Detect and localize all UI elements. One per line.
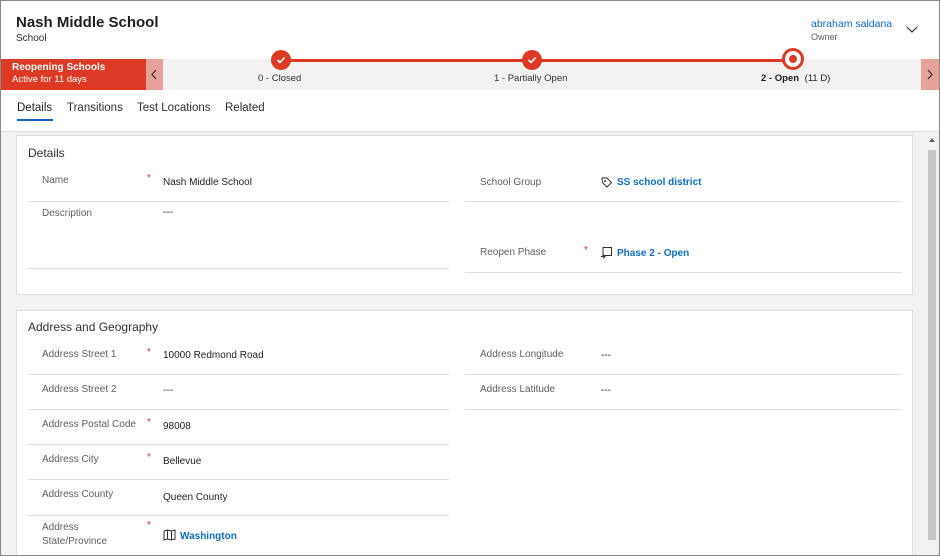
scroll-up-arrow-icon[interactable]	[929, 138, 935, 142]
app-window: Nash Middle School School abraham saldan…	[0, 0, 940, 556]
divider	[28, 409, 449, 410]
school-group-entity-icon	[601, 177, 613, 188]
street2-field[interactable]: ---	[163, 385, 173, 396]
selected-tab-indicator	[17, 119, 53, 121]
business-process-flow: Reopening Schools Active for 11 days 0 -…	[1, 48, 939, 90]
description-field[interactable]: ---	[163, 207, 173, 218]
divider	[465, 201, 902, 202]
details-section-title: Details	[28, 146, 65, 160]
stage-1-label[interactable]: 1 - Partially Open	[494, 73, 567, 84]
stage-2-current-icon[interactable]	[782, 48, 804, 70]
divider	[28, 201, 449, 202]
required-marker: *	[147, 347, 151, 358]
divider	[465, 272, 902, 273]
address-section-title: Address and Geography	[28, 320, 159, 334]
form-body: Details Name * Nash Middle School Descri…	[1, 132, 939, 555]
required-marker: *	[584, 245, 588, 256]
owner-label: Owner	[811, 32, 838, 42]
required-marker: *	[147, 417, 151, 428]
reopen-phase-label: Reopen Phase	[480, 247, 547, 258]
street1-label: Address Street 1	[42, 349, 117, 360]
postal-code-label: Address Postal Code	[42, 419, 136, 430]
city-label: Address City	[42, 454, 99, 465]
address-section: Address and Geography Address Street 1 *…	[16, 310, 913, 555]
details-section: Details Name * Nash Middle School Descri…	[16, 135, 913, 295]
city-field[interactable]: Bellevue	[163, 456, 201, 467]
divider	[28, 374, 449, 375]
owner-link[interactable]: abraham saldana	[811, 18, 892, 30]
divider	[28, 268, 449, 269]
chevron-left-icon	[151, 69, 157, 80]
divider	[28, 515, 449, 516]
street2-label: Address Street 2	[42, 384, 117, 395]
stage-0-label[interactable]: 0 - Closed	[258, 73, 301, 84]
divider	[465, 374, 902, 375]
longitude-field[interactable]: ---	[601, 350, 611, 361]
state-province-link[interactable]: Washington	[180, 531, 237, 542]
school-group-link[interactable]: SS school district	[617, 177, 701, 188]
stage-2-duration: (11 D)	[804, 73, 831, 84]
tab-test-locations[interactable]: Test Locations	[137, 102, 211, 114]
name-label: Name	[42, 175, 69, 186]
stage-0-check-icon[interactable]	[271, 50, 291, 70]
state-label-line2: State/Province	[42, 536, 108, 547]
stage-2-label[interactable]: 2 - Open (11 D)	[761, 73, 830, 84]
description-label: Description	[42, 208, 93, 219]
process-summary[interactable]: Reopening Schools Active for 11 days	[1, 59, 146, 90]
county-field[interactable]: Queen County	[163, 492, 228, 503]
reopen-phase-link[interactable]: Phase 2 - Open	[617, 248, 689, 259]
chevron-down-icon[interactable]	[906, 23, 918, 35]
process-active-duration: Active for 11 days	[12, 74, 87, 85]
divider	[465, 409, 902, 410]
state-label-line1: Address	[42, 522, 79, 533]
county-label: Address County	[42, 489, 114, 500]
next-stage-button[interactable]	[921, 59, 939, 90]
record-title: Nash Middle School	[16, 14, 159, 31]
form-tabs: Details Transitions Test Locations Relat…	[1, 90, 939, 132]
previous-stage-button[interactable]	[146, 59, 163, 90]
postal-code-field[interactable]: 98008	[163, 421, 191, 432]
vertical-scrollbar[interactable]	[926, 136, 938, 555]
latitude-field[interactable]: ---	[601, 385, 611, 396]
divider	[28, 479, 449, 480]
tab-related[interactable]: Related	[225, 102, 265, 114]
process-name: Reopening Schools	[12, 62, 106, 73]
required-marker: *	[147, 452, 151, 463]
divider	[28, 444, 449, 445]
scroll-thumb[interactable]	[928, 150, 936, 540]
longitude-label: Address Longitude	[480, 349, 564, 360]
latitude-label: Address Latitude	[480, 384, 556, 395]
tab-transitions[interactable]: Transitions	[67, 102, 123, 114]
reopen-phase-entity-icon	[601, 247, 612, 259]
record-entity-type: School	[16, 33, 47, 44]
tab-details[interactable]: Details	[17, 102, 52, 114]
required-marker: *	[147, 173, 151, 184]
chevron-right-icon	[927, 69, 933, 80]
map-icon	[163, 529, 176, 541]
stage-2-name: 2 - Open	[761, 73, 800, 84]
street1-field[interactable]: 10000 Redmond Road	[163, 350, 264, 361]
stage-1-check-icon[interactable]	[522, 50, 542, 70]
school-group-label: School Group	[480, 177, 542, 188]
required-marker: *	[147, 520, 151, 531]
name-field[interactable]: Nash Middle School	[163, 177, 252, 188]
